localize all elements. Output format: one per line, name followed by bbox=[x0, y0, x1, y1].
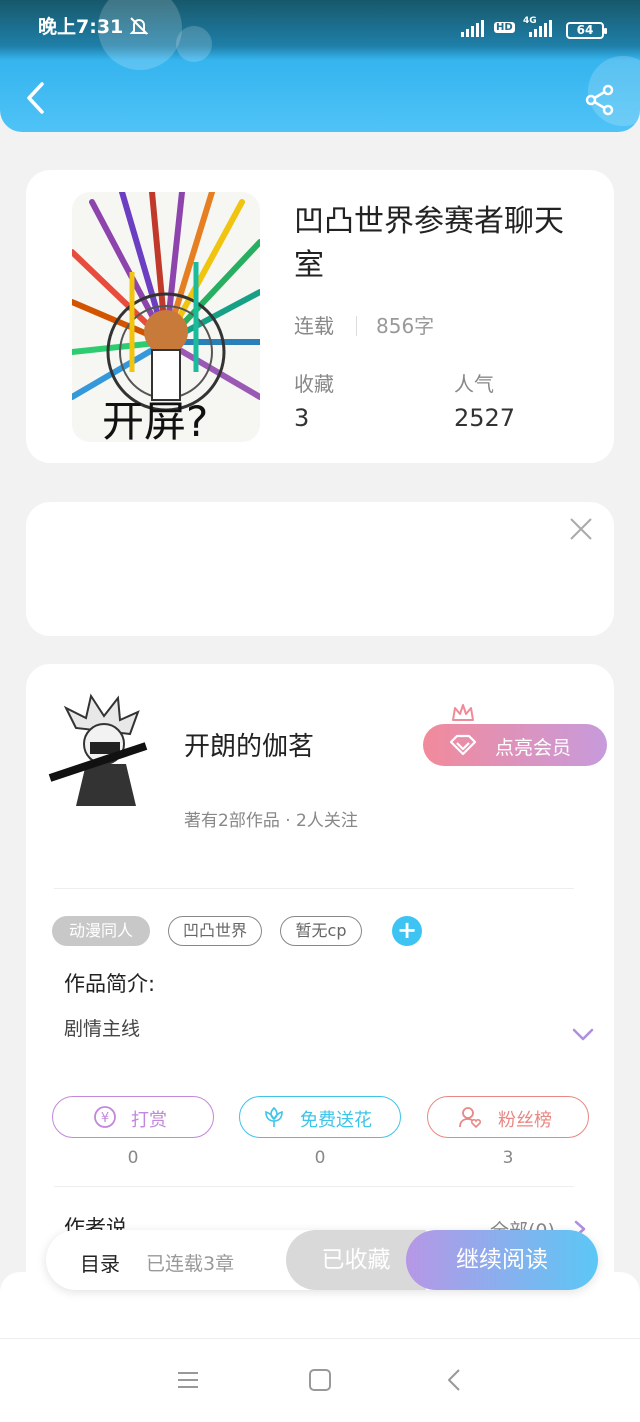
flower-icon bbox=[265, 1106, 283, 1127]
book-cover[interactable]: 开屏? bbox=[72, 192, 260, 442]
fan-ranking-label: 粉丝榜 bbox=[498, 1110, 552, 1131]
fan-ranking-button[interactable]: 粉丝榜 bbox=[427, 1096, 589, 1138]
favorites-label: 收藏 bbox=[294, 372, 334, 396]
continue-reading-button[interactable]: 继续阅读 bbox=[406, 1230, 598, 1290]
header: 晚上7:31 HD 4G 64 bbox=[0, 0, 640, 132]
vip-button[interactable]: 点亮会员 bbox=[423, 704, 607, 766]
toc-button[interactable]: 目录 bbox=[80, 1248, 120, 1277]
fan-icon bbox=[459, 1107, 482, 1129]
author-name[interactable]: 开朗的伽茗 bbox=[184, 726, 314, 763]
cover-text: 开屏? bbox=[102, 397, 209, 442]
yen-icon: ¥ bbox=[94, 1106, 116, 1128]
tag-category[interactable]: 动漫同人 bbox=[52, 916, 150, 946]
author-meta: 著有2部作品 · 2人关注 bbox=[184, 811, 358, 831]
favorites-count: 3 bbox=[294, 404, 310, 432]
reward-button[interactable]: ¥ 打赏 bbox=[52, 1096, 214, 1138]
vip-label: 点亮会员 bbox=[495, 737, 572, 759]
intro-text: 剧情主线 bbox=[64, 1018, 141, 1040]
book-status: 连载 bbox=[294, 314, 334, 338]
home-icon[interactable] bbox=[307, 1367, 333, 1393]
divider bbox=[54, 1186, 574, 1187]
send-flower-label: 免费送花 bbox=[300, 1110, 372, 1131]
battery-indicator: 64 bbox=[566, 22, 607, 39]
book-info-card: 开屏? 凹凸世界参赛者聊天室 连载 856字 收藏 3 人气 2527 bbox=[26, 170, 614, 463]
send-flower-button[interactable]: 免费送花 bbox=[239, 1096, 401, 1138]
reading-action-bar: 目录 已连载3章 已收藏 继续阅读 bbox=[46, 1230, 598, 1290]
nav-back-icon[interactable] bbox=[442, 1367, 468, 1393]
divider bbox=[54, 888, 574, 889]
crown-icon bbox=[452, 704, 474, 721]
menu-icon[interactable] bbox=[175, 1367, 201, 1393]
reward-count: 0 bbox=[127, 1148, 139, 1168]
word-count: 856字 bbox=[376, 314, 435, 338]
back-icon[interactable] bbox=[20, 80, 52, 116]
author-card: 开朗的伽茗 著有2部作品 · 2人关注 点亮会员 动漫同人 凹凸世界 暂无cp … bbox=[26, 664, 614, 1304]
system-nav-bar bbox=[0, 1338, 640, 1422]
add-tag-button[interactable]: + bbox=[392, 916, 422, 946]
tag-cp[interactable]: 暂无cp bbox=[280, 916, 362, 946]
reward-label: 打赏 bbox=[131, 1110, 167, 1131]
expand-icon[interactable] bbox=[572, 1028, 594, 1042]
popularity-label: 人气 bbox=[454, 372, 494, 396]
signal-icon bbox=[461, 20, 484, 37]
hd-badge: HD bbox=[494, 22, 515, 33]
gem-icon bbox=[449, 734, 477, 756]
ad-card bbox=[26, 502, 614, 636]
divider bbox=[356, 316, 357, 336]
signal-icon bbox=[529, 20, 552, 37]
fan-count: 3 bbox=[502, 1148, 514, 1168]
book-title: 凹凸世界参赛者聊天室 bbox=[294, 204, 564, 283]
tag-fandom[interactable]: 凹凸世界 bbox=[168, 916, 262, 946]
status-time: 晚上7:31 bbox=[38, 16, 124, 38]
bell-off-icon bbox=[129, 17, 149, 35]
svg-text:¥: ¥ bbox=[101, 1111, 109, 1126]
serial-status: 已连载3章 bbox=[146, 1253, 235, 1275]
collected-button[interactable]: 已收藏 bbox=[286, 1230, 426, 1290]
status-bar: 晚上7:31 HD 4G 64 bbox=[0, 0, 640, 46]
flower-count: 0 bbox=[314, 1148, 326, 1168]
popularity-count: 2527 bbox=[454, 404, 516, 432]
intro-label: 作品简介: bbox=[64, 972, 156, 996]
share-icon[interactable] bbox=[584, 84, 616, 116]
close-icon[interactable] bbox=[568, 516, 594, 542]
avatar[interactable] bbox=[46, 688, 154, 806]
